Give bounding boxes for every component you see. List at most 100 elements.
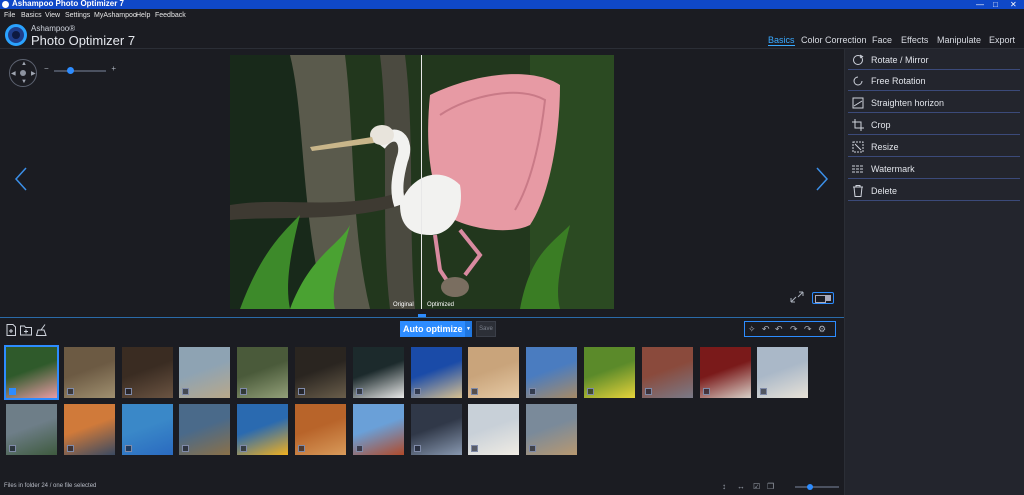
menu-file[interactable]: File (4, 12, 15, 19)
zoom-slider[interactable]: − + (44, 64, 116, 76)
zoom-out-icon[interactable]: − (44, 64, 49, 73)
undo-all-icon[interactable]: ↶ (775, 324, 783, 335)
thumbnail-taj-mahal[interactable] (468, 404, 520, 455)
thumbnail-checkbox[interactable] (182, 388, 190, 395)
split-divider[interactable] (421, 55, 422, 309)
fit-vertical-icon[interactable]: ↕ (722, 482, 726, 491)
crop-item[interactable]: Crop (848, 115, 1020, 135)
thumbnail-person-hat[interactable] (410, 347, 462, 398)
thumbnail-roof-tiles[interactable] (121, 347, 173, 398)
thumbnail-checkbox[interactable] (471, 445, 479, 452)
fullscreen-icon[interactable] (790, 291, 804, 303)
thumbnail-checkbox[interactable] (760, 388, 768, 395)
menu-feedback[interactable]: Feedback (155, 12, 186, 19)
settings-gear-icon[interactable]: ⚙ (818, 324, 826, 335)
pan-navigator[interactable]: ▲ ▼ ◀ ▶ (9, 59, 37, 87)
thumbnail-city-street[interactable] (410, 404, 462, 455)
thumbnail-checkbox[interactable] (471, 388, 479, 395)
clear-broom-icon[interactable] (36, 324, 48, 336)
thumbnail-checkbox[interactable] (529, 388, 537, 395)
thumbnail-lake-mountain[interactable] (6, 404, 57, 455)
add-file-icon[interactable] (5, 324, 17, 336)
menu-myashampoo[interactable]: MyAshampoo (94, 12, 137, 19)
thumbnail-desert[interactable] (468, 347, 520, 398)
thumbnail-checkbox[interactable] (298, 445, 305, 452)
thumbnail-checkbox[interactable] (413, 388, 421, 395)
thumbnail-checkbox[interactable] (182, 445, 190, 452)
thumbnail-checkbox[interactable] (413, 445, 421, 452)
thumbnail-monkey[interactable] (63, 347, 115, 398)
tab-basics[interactable]: Basics (768, 35, 795, 46)
thumbnail-parrot[interactable] (237, 404, 289, 455)
thumbnail-size-slider[interactable] (795, 484, 839, 490)
magic-wand-icon[interactable]: ✧ (748, 324, 756, 335)
save-button[interactable]: Save (476, 321, 496, 337)
redo-icon[interactable]: ↷ (804, 324, 812, 335)
thumbnail-old-truck[interactable] (179, 404, 231, 455)
thumbnail-checkbox[interactable] (240, 388, 248, 395)
thumbnail-checkbox[interactable] (355, 388, 363, 395)
thumbnail-checkbox[interactable] (9, 445, 16, 452)
tab-face[interactable]: Face (872, 35, 892, 45)
straighten-horizon-item[interactable]: Straighten horizon (848, 93, 1020, 113)
zoom-track[interactable] (54, 70, 106, 72)
resize-item[interactable]: Resize (848, 137, 1020, 157)
tab-effects[interactable]: Effects (901, 35, 928, 45)
tab-manipulate[interactable]: Manipulate (937, 35, 981, 45)
thumbnail-coast[interactable] (179, 347, 231, 398)
pan-up-icon[interactable]: ▲ (21, 61, 27, 67)
thumbnail-egret[interactable] (352, 347, 404, 398)
maximize-button[interactable]: □ (993, 0, 998, 9)
undo-icon[interactable]: ↶ (762, 324, 770, 335)
split-view-toggle[interactable] (812, 292, 834, 304)
thumbnail-eiffel-tower[interactable] (526, 347, 578, 398)
free-rotation-item[interactable]: Free Rotation (848, 71, 1020, 91)
pan-right-icon[interactable]: ▶ (31, 70, 36, 77)
fit-horizontal-icon[interactable]: ↔ (737, 482, 745, 491)
minimize-button[interactable]: — (976, 0, 984, 9)
watermark-item[interactable]: Watermark (848, 159, 1020, 179)
menu-view[interactable]: View (45, 12, 60, 19)
thumbnail-checkbox[interactable] (355, 445, 363, 452)
multi-select-icon[interactable]: ❐ (767, 482, 774, 491)
thumbnail-checkbox[interactable] (66, 445, 74, 452)
thumbnail-man-portrait[interactable] (699, 347, 751, 398)
tab-export[interactable]: Export (989, 35, 1015, 45)
tab-color-correction[interactable]: Color Correction (801, 35, 867, 45)
thumbnail-seaside-grass[interactable] (237, 347, 289, 398)
pan-center[interactable] (20, 70, 26, 76)
select-toggle-icon[interactable]: ☑ (753, 482, 760, 491)
thumbnail-spoonbill[interactable] (4, 345, 59, 400)
thumbnail-checkbox[interactable] (529, 445, 537, 452)
add-folder-icon[interactable] (20, 324, 32, 336)
thumbnail-checkbox[interactable] (298, 388, 305, 395)
previous-image-icon[interactable] (14, 167, 28, 191)
close-button[interactable]: ✕ (1010, 0, 1017, 9)
next-image-icon[interactable] (815, 167, 829, 191)
menu-settings[interactable]: Settings (65, 12, 90, 19)
thumbnail-classic-car[interactable] (121, 404, 173, 455)
thumbnail-cat[interactable] (295, 404, 346, 455)
auto-optimize-dropdown[interactable]: ▼ (465, 321, 472, 337)
thumbnail-checkbox[interactable] (9, 388, 16, 395)
thumbnail-checkbox[interactable] (124, 445, 132, 452)
thumbnail-golden-gate[interactable] (352, 404, 404, 455)
thumbnail-checkbox[interactable] (66, 388, 74, 395)
menu-basics[interactable]: Basics (21, 12, 42, 19)
thumbnail-lighthouse[interactable] (757, 347, 809, 398)
menu-help[interactable]: Help (136, 12, 150, 19)
thumbnail-canal-buildings[interactable] (641, 347, 693, 398)
thumbnail-sunset-road[interactable] (63, 404, 115, 455)
auto-optimize-button[interactable]: Auto optimize ▼ (400, 321, 472, 337)
thumbnail-cafe-street[interactable] (295, 347, 346, 398)
thumbnail-landscape-hills[interactable] (526, 404, 578, 455)
delete-item[interactable]: Delete (848, 181, 1020, 201)
redo-all-icon[interactable]: ↷ (790, 324, 798, 335)
thumbnail-checkbox[interactable] (702, 388, 710, 395)
thumbnail-checkbox[interactable] (587, 388, 594, 395)
zoom-in-icon[interactable]: + (111, 64, 116, 73)
thumbnail-checkbox[interactable] (644, 388, 652, 395)
photo-preview[interactable]: Original Optimized (230, 55, 614, 309)
pan-down-icon[interactable]: ▼ (21, 79, 27, 85)
pan-left-icon[interactable]: ◀ (11, 70, 16, 77)
